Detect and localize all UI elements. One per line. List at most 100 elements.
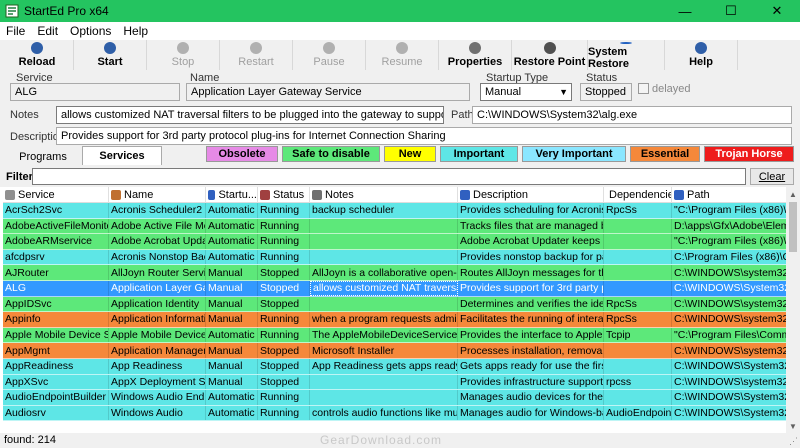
scroll-up-icon[interactable]: ▲ [786,187,800,201]
table-cell: Apple Mobile Device Service [3,327,109,343]
table-row[interactable]: AcrSch2SvcAcronis Scheduler2 ServicAutom… [3,203,786,219]
start-button[interactable]: Start [74,40,147,70]
table-cell: Microsoft Installer [310,343,458,358]
menu-bar: File Edit Options Help [0,22,800,40]
table-row[interactable]: AdobeARMserviceAdobe Acrobat Update SeAu… [3,234,786,250]
name-field: Application Layer Gateway Service [186,83,470,101]
table-cell: AppIDSvc [3,296,109,312]
table-row[interactable]: AdobeActiveFileMonitor14.0Adobe Active F… [3,218,786,235]
filter-input[interactable] [32,168,746,185]
table-cell: Manages audio for Windows-based pro [458,405,604,421]
column-header-label: Service [18,189,55,201]
path-field: C:\WINDOWS\System32\alg.exe [472,106,792,124]
column-header-6[interactable]: Dependencies [604,187,672,203]
column-header-0[interactable]: Service [3,187,109,203]
table-cell: "C:\Program Files (x86)\Comm [672,234,786,249]
table-cell: AdobeActiveFileMonitor14.0 [3,218,109,234]
table-cell: Running [258,327,310,343]
notes-label: Notes [10,109,39,121]
table-cell: RpcSs [604,312,672,327]
table-cell: AJRouter [3,265,109,280]
column-header-3[interactable]: Status [258,187,310,203]
table-cell: Manual [206,265,258,280]
table-row[interactable]: afcdpsrvAcronis Nonstop Backup SAutomati… [3,249,786,266]
table-cell: Adobe Acrobat Update Se [109,234,206,249]
menu-help[interactable]: Help [117,24,154,38]
menu-options[interactable]: Options [64,24,117,38]
legend-obsolete: Obsolete [206,146,278,162]
table-row[interactable]: AppinfoApplication InformationManualRunn… [3,312,786,328]
table-row[interactable]: AppReadiness App Readiness Manual Stopped Ap… [3,359,786,375]
gear-icon [5,190,15,200]
column-header-label: Description [473,189,529,201]
resume-button[interactable]: Resume [366,40,439,70]
window-title: StartEd Pro x64 [24,4,109,18]
table-row[interactable]: Audiosrv Windows Audio Automatic Running con… [3,405,786,422]
table-cell: C:\WINDOWS\system32\svch [672,375,786,390]
table-row[interactable]: Apple Mobile Device ServiceApple Mobile … [3,327,786,344]
table-row[interactable]: AppIDSvc Application Identity Manual Stoppe… [3,296,786,313]
column-header-5[interactable]: Description [458,187,604,203]
system-restore-button[interactable]: System Restore [588,40,665,70]
table-cell: Tcpip [604,327,672,343]
table-cell: Manages audio devices for the Window [460,390,604,405]
table-row[interactable]: ALGApplication Layer GatewaManualStopped… [3,281,786,297]
table-cell: Manual [206,312,258,327]
menu-edit[interactable]: Edit [31,24,64,38]
stop-button[interactable]: Stop [147,40,220,70]
table-cell: Automatic (De [206,218,258,234]
filter-label: Filter [6,171,33,183]
filter-row: Filter Clear [0,165,800,187]
resize-grip-icon[interactable]: ⋰ [789,436,798,447]
table-cell: Provides support for 3rd party protoco [458,281,604,296]
scroll-thumb[interactable] [789,202,797,252]
legend-safe-to-disable: Safe to disable [282,146,380,162]
restart-button[interactable]: Restart [220,40,293,70]
notes-field[interactable]: allows customized NAT traversal filters … [56,106,444,124]
tab-services[interactable]: Services [82,146,162,165]
path-label: Path [451,109,474,121]
minimize-button[interactable]: — [662,0,708,22]
toolbar-label: Restart [238,56,274,68]
table-cell: C:\Program Files (x86)\Comm [672,250,786,265]
help-button[interactable]: Help [665,40,738,70]
table-cell: AllJoyn is a collaborative open-source s… [312,265,458,280]
table-cell: Running [258,234,310,249]
startup-type-select[interactable]: Manual ▼ [480,83,572,101]
table-cell: Running [258,405,310,421]
reload-button[interactable]: Reload [1,40,74,70]
table-cell: Automatic [206,405,258,421]
column-header-1[interactable]: Name [109,187,206,203]
close-button[interactable]: ✕ [754,0,800,22]
table-cell: "C:\Program Files\Common File [672,328,786,343]
table-row[interactable]: AppMgmtApplication ManagementManualStopp… [3,343,786,359]
table-row[interactable]: AJRouterAllJoyn Router ServiceManualStop… [3,265,786,281]
vertical-scrollbar[interactable]: ▲ ▼ [786,187,800,433]
properties-button[interactable]: Properties [439,40,512,70]
tab-programs[interactable]: Programs [4,148,82,165]
table-cell: Stopped [258,281,310,296]
table-cell: Windows Audio Endpoint I [111,390,206,405]
status-field: Stopped [580,83,632,101]
column-header-7[interactable]: Path [672,187,786,203]
table-cell [604,265,672,280]
table-cell: Provides infrastructure support for dep [460,374,604,390]
startup-icon [208,190,216,200]
toolbar-label: Properties [447,56,503,68]
toolbar-label: Reload [18,56,56,68]
table-cell [604,218,672,234]
table-row[interactable]: AppXSvcAppX Deployment ServiceManualStop… [3,374,786,391]
menu-file[interactable]: File [0,24,31,38]
pause-button[interactable]: Pause [293,40,366,70]
table-cell: AppMgmt [3,343,109,358]
tabs-row: Programs Services Obsolete Safe to disabl… [0,145,800,165]
column-header-4[interactable]: Notes [310,187,458,203]
scroll-down-icon[interactable]: ▼ [786,419,800,433]
maximize-button[interactable]: ☐ [708,0,754,22]
clear-button[interactable]: Clear [750,168,794,185]
delayed-checkbox[interactable] [638,83,649,94]
info-icon [460,190,470,200]
column-header-2[interactable]: Startu... [206,187,258,203]
table-row[interactable]: AudioEndpointBuilderWindows Audio Endpoi… [3,390,786,406]
restore-point-button[interactable]: Restore Point [512,40,588,70]
